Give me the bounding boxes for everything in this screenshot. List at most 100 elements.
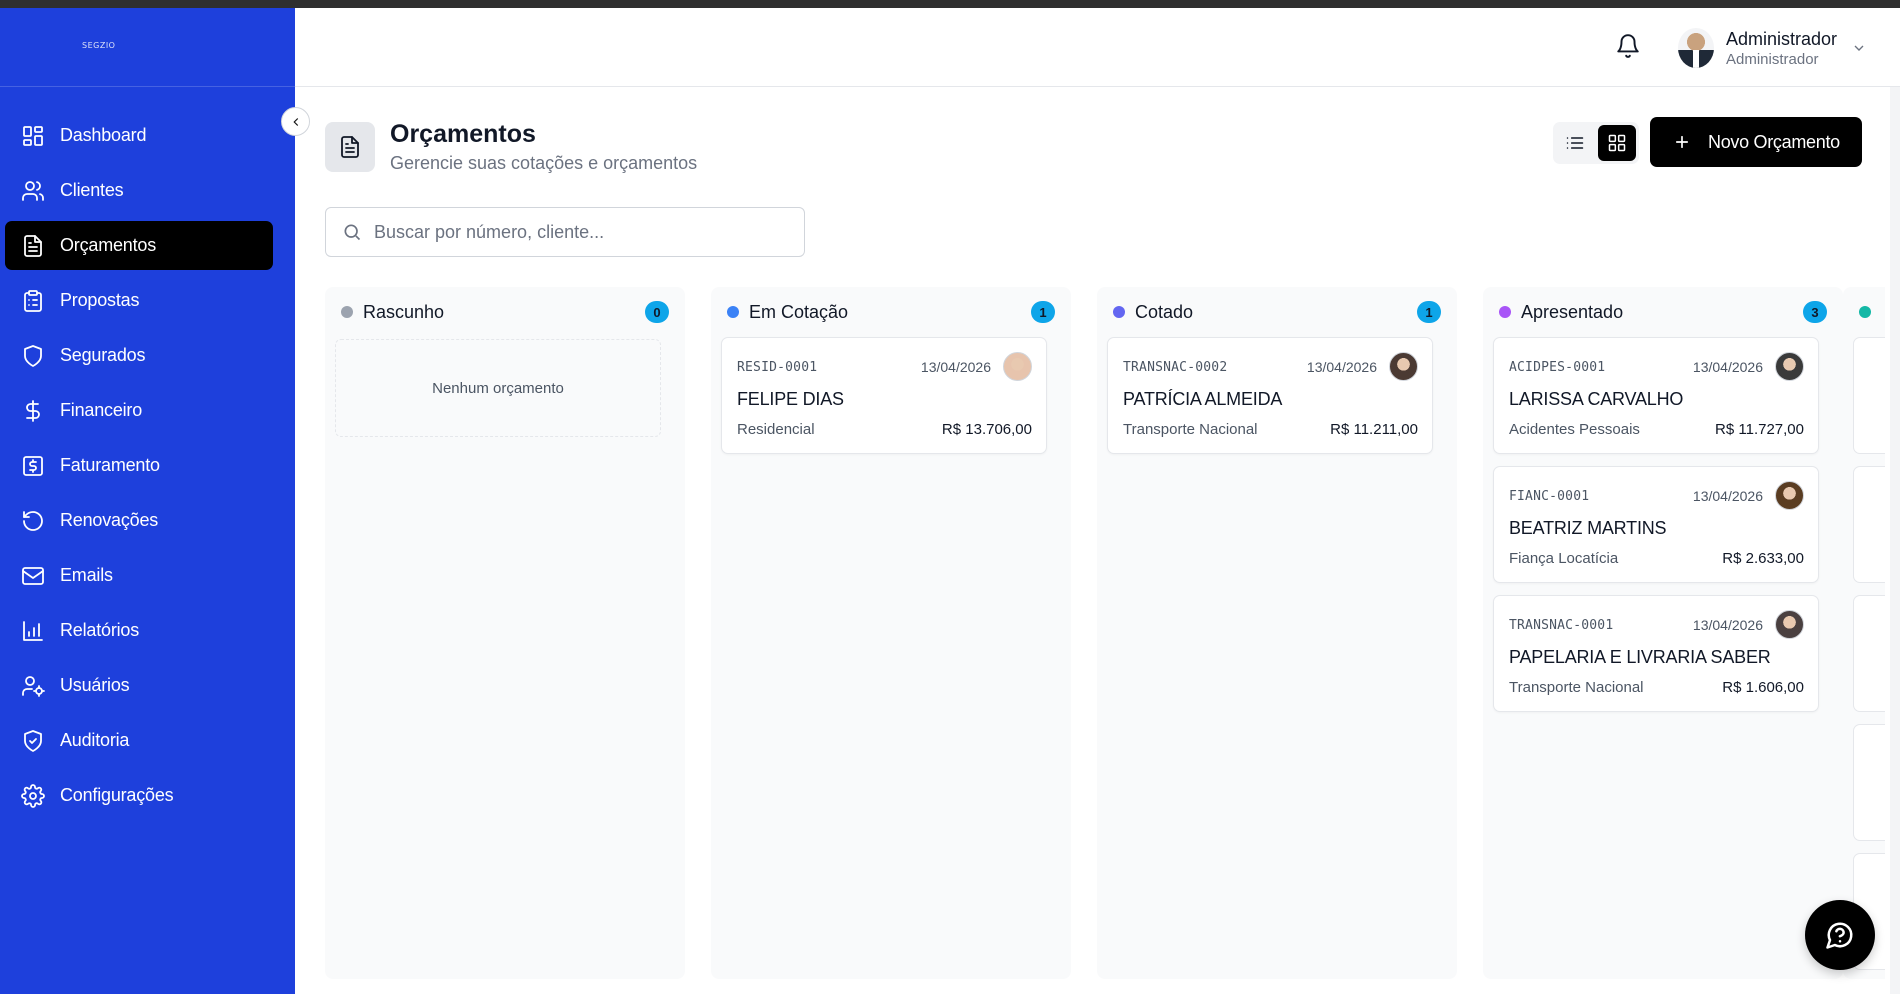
user-menu[interactable]: Administrador Administrador bbox=[1678, 26, 1867, 70]
empty-column-placeholder: Nenhum orçamento bbox=[335, 339, 661, 437]
bar-chart-icon bbox=[20, 618, 46, 644]
receipt-icon bbox=[20, 453, 46, 479]
column-status-dot bbox=[1499, 306, 1511, 318]
client-name: LARISSA CARVALHO bbox=[1509, 389, 1684, 409]
notifications-button[interactable] bbox=[1615, 33, 1643, 61]
column-header: Rascunho 0 bbox=[325, 287, 685, 337]
sidebar-item-label: Usuários bbox=[60, 675, 130, 695]
user-role: Administrador bbox=[1726, 50, 1819, 68]
quote-card-partial[interactable] bbox=[1853, 724, 1885, 841]
avatar bbox=[1775, 481, 1804, 510]
chevron-left-icon bbox=[292, 117, 298, 126]
column-header: Cotado 1 bbox=[1097, 287, 1457, 337]
search-icon bbox=[344, 224, 361, 241]
help-chat-button[interactable] bbox=[1805, 900, 1875, 970]
kanban-column-partial bbox=[1843, 287, 1885, 979]
sidebar-item-label: Auditoria bbox=[60, 730, 130, 750]
shield-icon bbox=[20, 343, 46, 369]
quote-card[interactable]: TRANSNAC-0001 13/04/2026 PAPELARIA E LIVRA… bbox=[1493, 595, 1819, 712]
brand-logo[interactable]: SEGZIO bbox=[82, 41, 115, 50]
quote-date: 13/04/2026 bbox=[1692, 488, 1763, 504]
sidebar-item-configuracoes[interactable]: Configurações bbox=[5, 771, 273, 820]
sidebar-nav: Dashboard Clientes Orçamentos Propostas Segu… bbox=[0, 87, 295, 820]
column-title: Cotado bbox=[1135, 301, 1194, 322]
quote-card-partial[interactable] bbox=[1853, 337, 1885, 454]
sidebar-item-relatorios[interactable]: Relatórios bbox=[5, 606, 273, 655]
sidebar-collapse-button[interactable] bbox=[281, 107, 310, 136]
column-header: Apresentado 3 bbox=[1483, 287, 1843, 337]
plus-icon bbox=[1676, 136, 1688, 148]
rotate-ccw-icon bbox=[20, 508, 46, 534]
column-status-dot bbox=[727, 306, 739, 318]
quote-date: 13/04/2026 bbox=[1692, 359, 1763, 375]
brand-area: SEGZIO bbox=[0, 8, 295, 87]
quote-card[interactable]: TRANSNAC-0002 13/04/2026 PATRÍCIA ALMEIDA T… bbox=[1107, 337, 1433, 454]
top-header: Administrador Administrador bbox=[295, 8, 1900, 87]
sidebar-item-clientes[interactable]: Clientes bbox=[5, 166, 273, 215]
quote-card[interactable]: ACIDPES-0001 13/04/2026 LARISSA CARVALHO Ac… bbox=[1493, 337, 1819, 454]
avatar bbox=[1389, 352, 1418, 381]
browser-top-strip bbox=[0, 0, 1900, 8]
page-subtitle: Gerencie suas cotações e orçamentos bbox=[390, 153, 698, 173]
kanban-board: Rascunho 0 Nenhum orçamento Em Cotação 1 RESI… bbox=[325, 287, 1885, 979]
quote-value: R$ 13.706,00 bbox=[941, 421, 1032, 438]
page-icon bbox=[325, 122, 375, 172]
column-title: Em Cotação bbox=[749, 301, 849, 322]
sidebar-item-dashboard[interactable]: Dashboard bbox=[5, 111, 273, 160]
client-name: PAPELARIA E LIVRARIA SABER bbox=[1509, 647, 1771, 667]
view-toggle bbox=[1553, 122, 1639, 164]
list-view-button[interactable] bbox=[1556, 125, 1594, 161]
column-status-dot bbox=[1859, 306, 1871, 318]
quote-card[interactable]: RESID-0001 13/04/2026 FELIPE DIAS Residenci… bbox=[721, 337, 1047, 454]
quote-value: R$ 11.211,00 bbox=[1330, 421, 1418, 438]
sidebar-item-label: Emails bbox=[60, 565, 113, 585]
column-title: Apresentado bbox=[1521, 301, 1624, 322]
sidebar-item-faturamento[interactable]: Faturamento bbox=[5, 441, 273, 490]
sidebar-item-label: Propostas bbox=[60, 290, 140, 310]
insurance-type: Acidentes Pessoais bbox=[1509, 421, 1640, 438]
insurance-type: Fiança Locatícia bbox=[1509, 550, 1619, 567]
insurance-type: Residencial bbox=[737, 421, 815, 438]
sidebar-item-renovacoes[interactable]: Renovações bbox=[5, 496, 273, 545]
quote-card-partial[interactable] bbox=[1853, 466, 1885, 583]
file-text-icon bbox=[20, 233, 46, 259]
avatar bbox=[1775, 610, 1804, 639]
sidebar: SEGZIO Dashboard Clientes Orçamentos Propos… bbox=[0, 8, 295, 994]
file-text-icon bbox=[341, 136, 359, 158]
page-scrollbar[interactable] bbox=[1890, 87, 1900, 994]
new-quote-label: Novo Orçamento bbox=[1708, 131, 1840, 152]
sidebar-item-financeiro[interactable]: Financeiro bbox=[5, 386, 273, 435]
new-quote-button[interactable]: Novo Orçamento bbox=[1650, 117, 1862, 167]
kanban-view-button[interactable] bbox=[1598, 125, 1636, 161]
quote-date: 13/04/2026 bbox=[920, 359, 991, 375]
column-count-badge: 0 bbox=[645, 301, 669, 323]
quote-value: R$ 11.727,00 bbox=[1715, 421, 1804, 438]
column-status-dot bbox=[341, 306, 353, 318]
client-name: FELIPE DIAS bbox=[737, 389, 844, 409]
sidebar-item-auditoria[interactable]: Auditoria bbox=[5, 716, 273, 765]
layout-dashboard-icon bbox=[20, 123, 46, 149]
quote-value: R$ 2.633,00 bbox=[1722, 550, 1804, 567]
quote-date: 13/04/2026 bbox=[1692, 617, 1763, 633]
sidebar-item-orcamentos[interactable]: Orçamentos bbox=[5, 221, 273, 270]
sidebar-item-label: Configurações bbox=[60, 785, 174, 805]
kanban-column: Cotado 1 TRANSNAC-0002 13/04/2026 PATRÍCIA A… bbox=[1097, 287, 1457, 979]
sidebar-item-emails[interactable]: Emails bbox=[5, 551, 273, 600]
users-icon bbox=[20, 178, 46, 204]
list-icon bbox=[1566, 137, 1584, 149]
sidebar-item-segurados[interactable]: Segurados bbox=[5, 331, 273, 380]
dollar-sign-icon bbox=[20, 398, 46, 424]
quote-card-partial[interactable] bbox=[1853, 595, 1885, 712]
quote-card[interactable]: FIANC-0001 13/04/2026 BEATRIZ MARTINS Fianç… bbox=[1493, 466, 1819, 583]
search-input[interactable] bbox=[374, 221, 794, 243]
kanban-column: Rascunho 0 Nenhum orçamento bbox=[325, 287, 685, 979]
user-cog-icon bbox=[20, 673, 46, 699]
sidebar-item-usuarios[interactable]: Usuários bbox=[5, 661, 273, 710]
sidebar-item-label: Relatórios bbox=[60, 620, 140, 640]
settings-icon bbox=[20, 783, 46, 809]
column-title: Rascunho bbox=[363, 301, 445, 322]
grid-icon bbox=[1608, 134, 1626, 152]
sidebar-item-propostas[interactable]: Propostas bbox=[5, 276, 273, 325]
column-count-badge: 1 bbox=[1031, 301, 1055, 323]
shield-check-icon bbox=[20, 728, 46, 754]
